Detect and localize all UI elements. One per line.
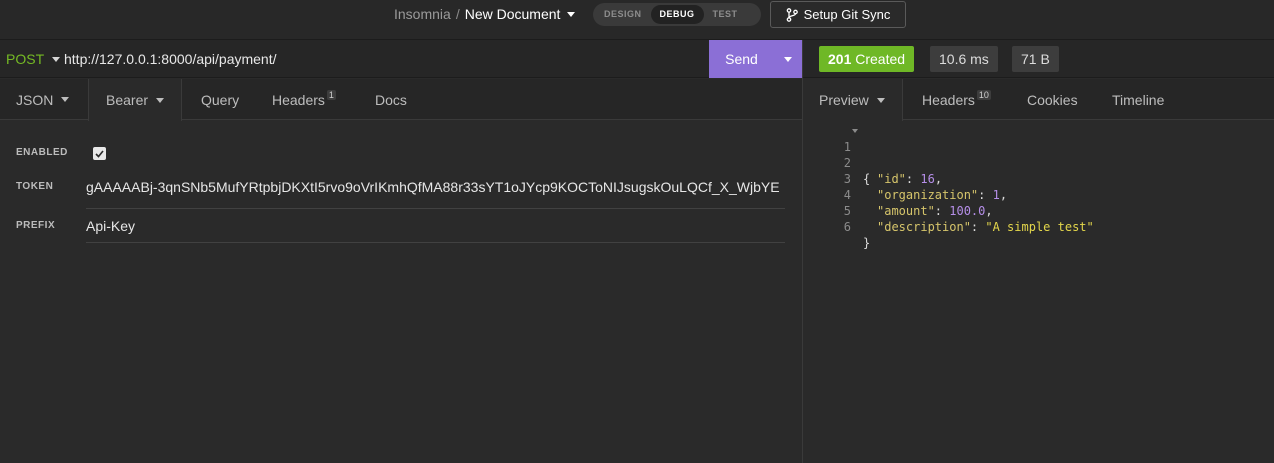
document-name[interactable]: New Document — [465, 6, 561, 22]
json-value: 1 — [992, 188, 1000, 202]
headers-count-badge: 1 — [326, 89, 336, 100]
code-text: { — [863, 172, 871, 186]
token-label: TOKEN — [16, 181, 54, 192]
chevron-down-icon — [52, 56, 61, 62]
mode-debug[interactable]: DEBUG — [650, 5, 704, 24]
code-line: 1 { — [803, 123, 870, 186]
method-label: POST — [6, 51, 45, 67]
headers-count-badge: 10 — [976, 89, 991, 100]
tab-preview[interactable]: Preview — [803, 79, 903, 121]
checkmark-icon — [95, 149, 104, 158]
response-status-bar: 201 Created 10.6 ms 71 B — [803, 40, 1274, 78]
status-code: 201 — [828, 51, 852, 67]
line-number: 3 — [843, 172, 851, 186]
response-tabs: Preview Headers 10 Cookies Timeline — [803, 79, 1274, 121]
send-button[interactable]: Send — [709, 40, 802, 78]
tab-label: Bearer — [106, 92, 149, 108]
json-key: "id" — [877, 172, 906, 186]
json-key: "organization" — [877, 188, 979, 202]
line-number: 1 — [843, 140, 851, 154]
fold-icon[interactable] — [852, 129, 858, 133]
send-label: Send — [725, 51, 758, 67]
method-select[interactable]: POST — [6, 51, 61, 67]
top-bar: Insomnia / New Document DESIGN DEBUG TES… — [0, 0, 1274, 40]
mode-design[interactable]: DESIGN — [595, 5, 651, 24]
send-options-dropdown[interactable] — [774, 40, 802, 78]
setup-git-sync-label: Setup Git Sync — [803, 7, 891, 22]
enabled-checkbox[interactable] — [93, 147, 106, 160]
request-tabs: JSON Bearer Query Headers 1 Docs — [0, 79, 802, 121]
tab-cookies[interactable]: Cookies — [1027, 79, 1078, 120]
tab-timeline[interactable]: Timeline — [1112, 79, 1164, 120]
prefix-input[interactable]: Api-Key — [86, 216, 785, 243]
line-number: 2 — [843, 156, 851, 170]
tab-label: Timeline — [1112, 91, 1165, 108]
tab-label: Headers — [272, 91, 325, 108]
code-line: 2 "id": 16, — [803, 139, 942, 186]
code-line: 5 "description": "A simple test" — [803, 187, 1094, 234]
tab-query[interactable]: Query — [201, 79, 239, 120]
tab-label: Preview — [819, 92, 869, 108]
tab-label: Headers — [922, 91, 975, 108]
tab-label: Query — [201, 91, 240, 108]
json-value: 100.0 — [949, 204, 986, 218]
response-size-badge: 71 B — [1012, 46, 1059, 72]
chevron-down-icon — [784, 56, 792, 62]
tab-label: JSON — [16, 91, 54, 108]
line-number: 4 — [843, 188, 851, 202]
git-branch-icon — [786, 7, 798, 22]
tab-label: Docs — [375, 91, 407, 108]
status-text: Created — [855, 51, 906, 67]
url-input[interactable]: http://127.0.0.1:8000/api/payment/ — [64, 51, 277, 67]
code-line: 6 } — [803, 203, 870, 250]
line-number: 5 — [843, 204, 851, 218]
request-url-bar: POST http://127.0.0.1:8000/api/payment/ … — [0, 40, 802, 78]
tab-docs[interactable]: Docs — [375, 79, 407, 120]
token-input[interactable]: gAAAAABj-3qnSNb5MufYRtpbjDKXtI5rvo9oVrIK… — [86, 177, 785, 209]
app-name[interactable]: Insomnia — [394, 6, 451, 22]
chevron-down-icon[interactable] — [567, 11, 576, 17]
code-text: } — [863, 236, 871, 250]
json-value: "A simple test" — [985, 220, 1094, 234]
line-number: 6 — [843, 220, 851, 234]
tab-label: Cookies — [1027, 91, 1078, 108]
response-time-badge: 10.6 ms — [930, 46, 998, 72]
setup-git-sync-button[interactable]: Setup Git Sync — [770, 1, 906, 28]
json-key: "amount" — [877, 204, 935, 218]
chevron-down-icon — [876, 97, 885, 103]
mode-test[interactable]: TEST — [704, 5, 747, 24]
chevron-down-icon — [61, 97, 70, 102]
chevron-down-icon — [156, 97, 165, 103]
code-line: 4 "amount": 100.0, — [803, 171, 993, 218]
tab-body-json[interactable]: JSON — [16, 79, 70, 120]
json-key: "description" — [877, 220, 971, 234]
tab-response-headers[interactable]: Headers 10 — [922, 79, 991, 120]
prefix-label: PREFIX — [16, 220, 56, 231]
tab-auth-bearer[interactable]: Bearer — [88, 79, 183, 121]
code-line: 3 "organization": 1, — [803, 155, 1007, 202]
mode-switcher: DESIGN DEBUG TEST — [593, 3, 761, 26]
json-value: 16 — [920, 172, 935, 186]
tab-headers[interactable]: Headers 1 — [272, 79, 336, 120]
breadcrumb-separator: / — [455, 6, 460, 22]
enabled-label: ENABLED — [16, 147, 68, 158]
breadcrumb: Insomnia / New Document — [394, 6, 576, 22]
status-badge: 201 Created — [819, 46, 915, 72]
